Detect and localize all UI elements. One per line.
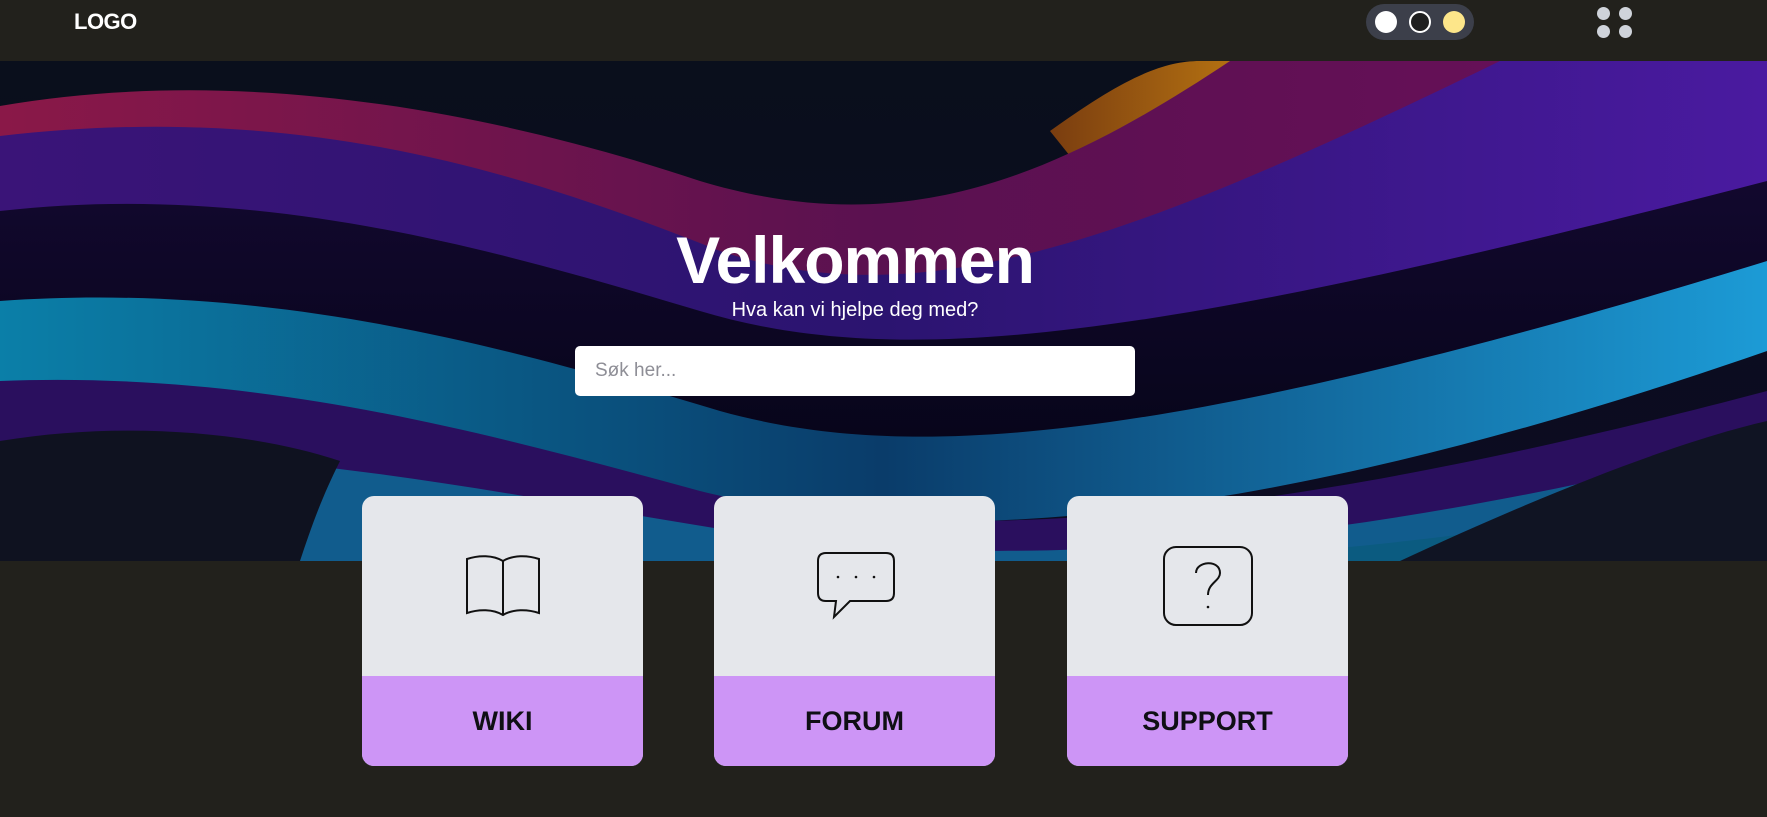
- hero-banner: Velkommen Hva kan vi hjelpe deg med?: [0, 61, 1767, 561]
- card-wiki[interactable]: WIKI: [362, 496, 643, 766]
- speech-bubble-icon: [817, 552, 895, 620]
- card-label: WIKI: [472, 706, 533, 736]
- page-subtitle: Hva kan vi hjelpe deg med?: [731, 299, 979, 321]
- logo[interactable]: LOGO: [74, 8, 137, 36]
- question-mark-icon: [1163, 546, 1253, 626]
- grid-dots-icon[interactable]: [1595, 5, 1635, 38]
- light-theme-button[interactable]: [1375, 11, 1397, 33]
- card-label: SUPPORT: [1142, 706, 1273, 736]
- top-bar: LOGO: [0, 0, 1767, 61]
- open-book-icon: [466, 555, 540, 617]
- page-title: Velkommen: [676, 223, 1035, 297]
- card-label: FORUM: [805, 706, 904, 736]
- theme-switcher: [1366, 4, 1474, 40]
- dark-theme-button[interactable]: [1409, 11, 1431, 33]
- search-input[interactable]: [575, 346, 1135, 396]
- card-forum[interactable]: FORUM: [714, 496, 995, 766]
- warm-theme-button[interactable]: [1443, 11, 1465, 33]
- card-support[interactable]: SUPPORT: [1067, 496, 1348, 766]
